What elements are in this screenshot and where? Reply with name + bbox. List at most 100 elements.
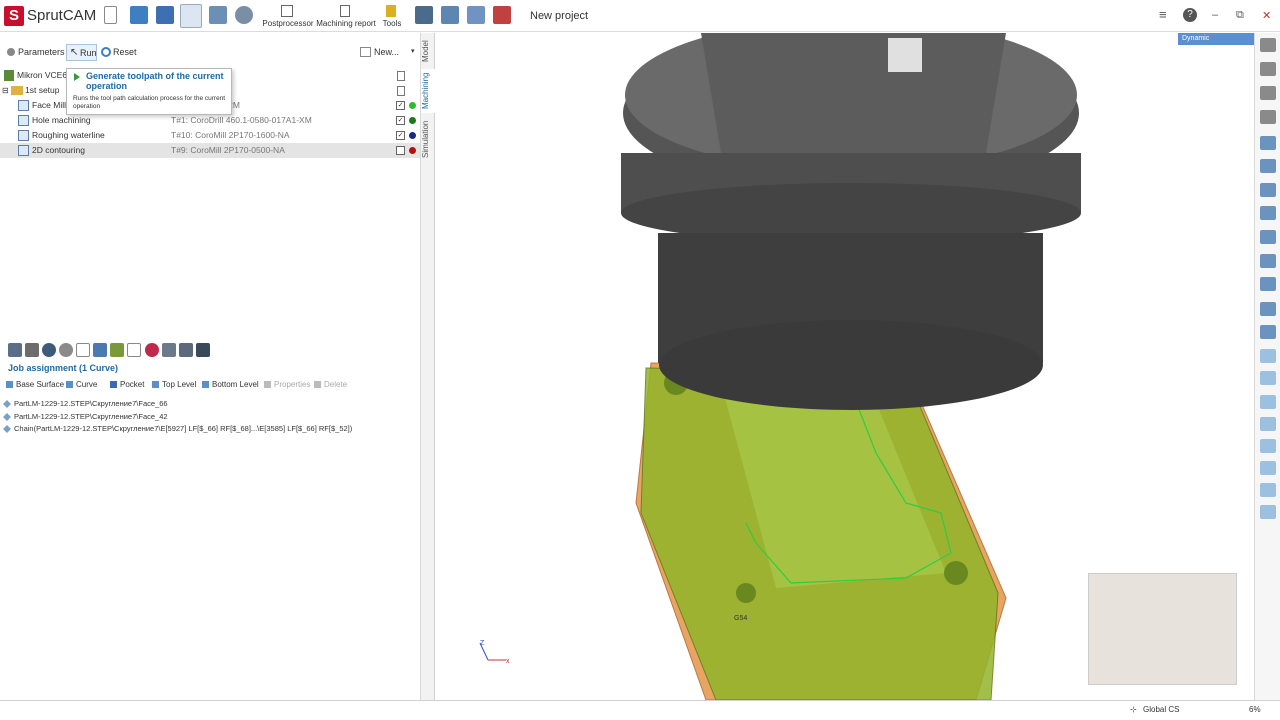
part-hole [944,561,968,585]
job-tool-icon [110,381,117,388]
cs-label: G54 [734,615,748,622]
cube-icon[interactable] [1260,110,1276,124]
layer-icon[interactable] [1260,206,1276,220]
machine-ops-icon[interactable] [145,343,159,357]
wrench-icon[interactable] [209,6,227,24]
settings-icon[interactable] [196,343,210,357]
machining-report-label[interactable]: Machining report [316,19,376,28]
tools-label[interactable]: Tools [380,19,404,28]
operation-tool: T#10: CoroMill 2P170-1600-NA [171,130,290,140]
parameters-icon [7,48,15,56]
operation-checkbox[interactable]: ✓ [396,116,405,125]
layer-icon[interactable] [1260,159,1276,173]
job-tool-base-surface[interactable]: Base Surface [6,380,64,389]
app-logo-icon: S [4,6,24,26]
postprocessor-icon[interactable] [281,5,293,17]
report-icon[interactable] [340,5,350,17]
job-tool-curve[interactable]: Curve [66,380,97,389]
curve-tool-icon[interactable] [1260,38,1276,52]
restore-button[interactable]: ⧉ [1236,9,1244,22]
curve-select-icon[interactable] [76,343,90,357]
view-icon[interactable] [415,6,433,24]
sphere-icon[interactable] [1260,86,1276,100]
new-operation-button[interactable]: New... [374,47,399,57]
tool-holder-icon[interactable] [1260,254,1276,268]
operation-checkbox[interactable] [396,146,405,155]
job-tool-delete[interactable]: Delete [314,380,347,389]
close-button[interactable]: ✕ [1262,9,1271,22]
inspect-icon[interactable] [235,6,253,24]
folder-icon [11,86,23,95]
job-item[interactable]: PartLM-1229-12.STEP\Скругление7\Face_42 [0,411,420,423]
face-icon [3,400,11,408]
surface-icon[interactable] [1260,483,1276,497]
point-icon[interactable] [1260,395,1276,409]
job-assignment-count: (1 Curve) [79,363,119,373]
probe-icon[interactable] [1260,325,1276,339]
operation-row[interactable]: Roughing waterline T#10: CoroMill 2P170-1… [0,128,420,143]
simulation-icon[interactable] [162,343,176,357]
tab-machining[interactable]: Machining [421,69,435,113]
machine-icon[interactable] [467,6,485,24]
collapse-icon[interactable]: ⊟ [2,83,9,98]
new-file-icon[interactable] [104,6,117,24]
list-icon[interactable] [1260,349,1276,363]
postprocessor-label[interactable]: Postprocessor [262,19,314,28]
run-button[interactable]: Run ↖ [66,44,97,61]
coordinate-system[interactable]: Global CS [1143,705,1179,714]
operation-checkbox[interactable]: ✓ [396,101,405,110]
gear-icon[interactable] [59,343,73,357]
part-icon[interactable] [8,343,22,357]
document-icon[interactable] [397,86,405,96]
reset-button[interactable]: Reset [113,47,137,57]
layer-ok-icon[interactable] [1260,230,1276,244]
open-icon[interactable] [130,6,148,24]
help-icon[interactable]: ? [1183,8,1197,22]
box-icon[interactable] [179,343,193,357]
list-icon[interactable] [127,343,141,357]
operation-checkbox[interactable]: ✓ [396,131,405,140]
clamp-icon[interactable] [493,6,511,24]
face-icon [3,425,11,433]
rotate-icon[interactable] [1260,62,1276,76]
reset-icon [101,47,111,57]
layer-icon[interactable] [1260,183,1276,197]
workpiece-icon[interactable] [25,343,39,357]
view-mode-dropdown[interactable]: Dynamic [1178,33,1254,45]
3d-viewport[interactable]: Dynamic G54 Z x [436,33,1254,700]
tab-simulation[interactable]: Simulation [421,117,435,161]
tool-holder-icon[interactable] [1260,277,1276,291]
operation-row[interactable]: Hole machining T#1: CoroDrill 460.1-0580-… [0,113,420,128]
operation-row[interactable]: 2D contouring T#9: CoroMill 2P170-0500-NA [0,143,420,158]
fixture-icon[interactable] [42,343,56,357]
tab-model[interactable]: Model [421,37,435,65]
tools-icon[interactable] [386,5,396,17]
surface-icon[interactable] [1260,505,1276,519]
job-item[interactable]: PartLM-1229-12.STEP\Скругление7\Face_66 [0,398,420,410]
minimize-button[interactable]: – [1212,9,1218,21]
parameters-button[interactable]: Parameters [18,47,65,57]
tool-icon[interactable] [93,343,107,357]
diamond-icon[interactable] [1260,371,1276,385]
toolpath-icon[interactable] [180,4,202,28]
job-tool-top-level[interactable]: Top Level [152,380,196,389]
feeds-icon[interactable] [110,343,124,357]
surface-icon[interactable] [1260,417,1276,431]
job-item[interactable]: Chain(PartLM-1229-12.STEP\Скругление7\E[… [0,423,420,435]
document-icon[interactable] [397,71,405,81]
layer-icon[interactable] [1260,136,1276,150]
menu-icon[interactable]: ≡ [1159,7,1167,22]
curves-icon[interactable] [441,6,459,24]
title-bar: S SprutCAM Postprocessor Machining repor… [0,0,1280,32]
job-tool-properties[interactable]: Properties [264,380,310,389]
surface-icon[interactable] [1260,439,1276,453]
job-tool-bottom-level[interactable]: Bottom Level [202,380,259,389]
save-icon[interactable] [156,6,174,24]
app-name: SprutCAM [27,7,97,24]
surface-icon[interactable] [1260,461,1276,475]
operation-tool: T#1: CoroDrill 460.1-0580-017A1-XM [171,115,312,125]
job-assignment-header: Job assignment (1 Curve) [8,363,118,373]
machine-head-icon[interactable] [1260,302,1276,316]
job-tool-pocket[interactable]: Pocket [110,380,144,389]
chevron-down-icon[interactable]: ▾ [411,47,415,55]
